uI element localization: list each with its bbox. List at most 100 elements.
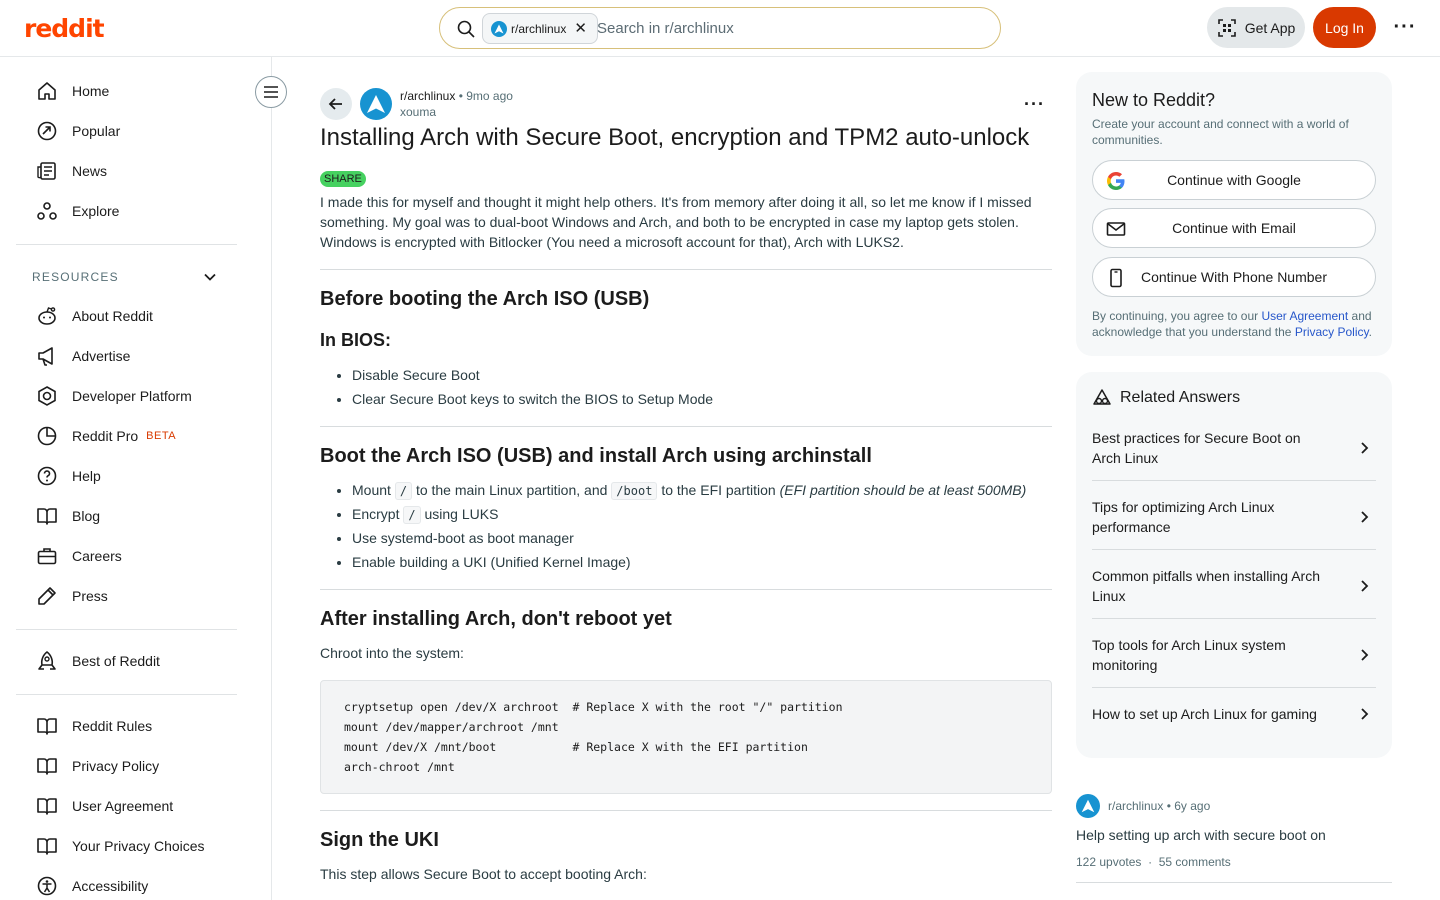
subreddit-search-chip[interactable]: r/archlinux ✕ [482,13,598,44]
google-label: Continue with Google [1167,172,1301,188]
answers-icon [1093,389,1111,405]
post-time: 6y ago [1174,799,1211,813]
sidebar-item-best-of-reddit[interactable]: Best of Reddit [36,646,160,676]
chevron-right-icon [1361,580,1369,592]
related-answers-title: Related Answers [1120,389,1241,406]
related-answer-item[interactable]: How to set up Arch Linux for gaming [1092,704,1376,724]
sidebar-item-news[interactable]: News [36,156,107,186]
author-link[interactable]: xouma [400,105,436,119]
code-line: cryptsetup open /dev/X archroot # Replac… [344,700,843,714]
related-post-meta: r/archlinux • 6y ago [1108,799,1210,813]
explore-icon [37,202,57,220]
accessibility-icon [37,876,57,896]
subreddit-link[interactable]: r/archlinux [1108,799,1163,813]
related-answers-header: Related Answers [1092,388,1240,408]
chevron-down-icon[interactable] [200,267,220,287]
more-options-icon[interactable]: ··· [1390,12,1420,42]
sidebar-item-privacy-choices[interactable]: Your Privacy Choices [36,831,205,861]
section-divider [320,269,1052,270]
chevron-right-icon [1361,649,1369,661]
list-divider [1092,549,1376,550]
collapse-sidebar-button[interactable] [255,76,287,108]
list-item: Enable building a UKI (Unified Kernel Im… [352,550,1026,574]
list-item: Use systemd-boot as boot manager [352,526,1026,550]
code-block: cryptsetup open /dev/X archroot # Replac… [320,680,1052,794]
related-answer-item[interactable]: Top tools for Arch Linux system monitori… [1092,635,1376,675]
archlinux-avatar-icon [491,20,507,37]
search-input[interactable] [597,17,977,39]
related-answer-item[interactable]: Tips for optimizing Arch Linux performan… [1092,497,1376,537]
post-flair[interactable]: SHARE [320,171,366,187]
sidebar-item-accessibility[interactable]: Accessibility [36,871,148,900]
chevron-right-icon [1361,442,1369,454]
sidebar-item-developer-platform[interactable]: Developer Platform [36,381,192,411]
list-divider [1092,687,1376,688]
beta-badge: BETA [146,430,177,442]
sidebar-item-user-agreement[interactable]: User Agreement [36,791,173,821]
briefcase-icon [37,548,57,565]
sidebar-item-about-reddit[interactable]: About Reddit [36,301,153,331]
sidebar-item-press[interactable]: Press [36,581,108,611]
login-button[interactable]: Log In [1313,7,1376,48]
arch-logo-icon [1081,799,1095,813]
sidebar-item-help[interactable]: Help [36,461,101,491]
privacy-policy-link[interactable]: Privacy Policy [1295,325,1369,339]
sidebar-item-home[interactable]: Home [36,76,109,106]
search-bar[interactable]: r/archlinux ✕ [439,7,1001,49]
related-answer-item[interactable]: Common pitfalls when installing Arch Lin… [1092,566,1376,606]
related-post-title[interactable]: Help setting up arch with secure boot on [1076,827,1326,843]
arrow-left-icon [328,98,342,110]
best-of-icon [38,651,56,670]
stats-separator: · [1144,855,1159,869]
user-agreement-link[interactable]: User Agreement [1261,309,1348,323]
chevron-right-icon [1361,708,1369,720]
sidebar-item-blog[interactable]: Blog [36,501,100,531]
book-icon [37,798,57,815]
get-app-button[interactable]: Get App [1207,7,1305,48]
sidebar-item-popular[interactable]: Popular [36,116,120,146]
list-divider [1076,882,1392,883]
continue-email-button[interactable]: Continue with Email [1092,208,1376,248]
popular-icon [37,121,57,141]
continue-google-button[interactable]: Continue with Google [1092,160,1376,200]
sidebar-item-reddit-pro[interactable]: Reddit Pro BETA [36,421,176,451]
section-heading: Sign the UKI [320,829,439,851]
sidebar-item-reddit-rules[interactable]: Reddit Rules [36,711,152,741]
reddit-logo[interactable]: reddit [24,14,105,43]
section-heading: Before booting the Arch ISO (USB) [320,288,650,310]
list-item: Clear Secure Boot keys to switch the BIO… [352,387,713,411]
book-icon [37,838,57,855]
post-intro: I made this for myself and thought it mi… [320,194,1032,250]
close-icon[interactable]: ✕ [574,21,587,36]
sidebar-item-advertise[interactable]: Advertise [36,341,130,371]
sidebar-item-privacy-policy[interactable]: Privacy Policy [36,751,159,781]
continue-phone-button[interactable]: Continue With Phone Number [1092,257,1376,297]
search-icon [457,20,475,38]
book-icon [37,758,57,775]
book-icon [37,508,57,525]
subreddit-link[interactable]: r/archlinux [400,89,455,103]
subreddit-avatar[interactable] [1076,794,1100,818]
section-heading: Boot the Arch ISO (USB) and install Arch… [320,445,872,467]
sidebar-item-explore[interactable]: Explore [36,196,119,226]
legal-text: By continuing, you agree to our User Agr… [1092,309,1372,339]
code-line: mount /dev/X /mnt/boot # Replace X with … [344,740,808,754]
back-button[interactable] [320,88,352,120]
signup-card: New to Reddit? Create your account and c… [1076,72,1392,356]
section-divider [320,589,1052,590]
top-header: reddit r/archlinux ✕ Get App Log In ··· [0,0,1440,57]
upvote-count: 122 upvotes [1076,855,1142,869]
code-line: mount /dev/mapper/archroot /mnt [344,720,559,734]
sidebar-item-careers[interactable]: Careers [36,541,122,571]
section-text: This step allows Secure Boot to accept b… [320,866,647,882]
section-text: Chroot into the system: [320,645,464,661]
related-post-stats: 122 upvotes · 55 comments [1076,855,1231,869]
section-divider [320,810,1052,811]
left-sidebar: Home Popular News Explore RESOURCES Abou… [0,57,272,900]
subreddit-avatar[interactable] [360,88,392,120]
resources-heading[interactable]: RESOURCES [32,270,119,284]
related-answer-item[interactable]: Best practices for Secure Boot on Arch L… [1092,428,1376,468]
phone-icon [1110,268,1122,288]
post-more-options-icon[interactable]: ··· [1024,94,1045,115]
section-divider [320,426,1052,427]
